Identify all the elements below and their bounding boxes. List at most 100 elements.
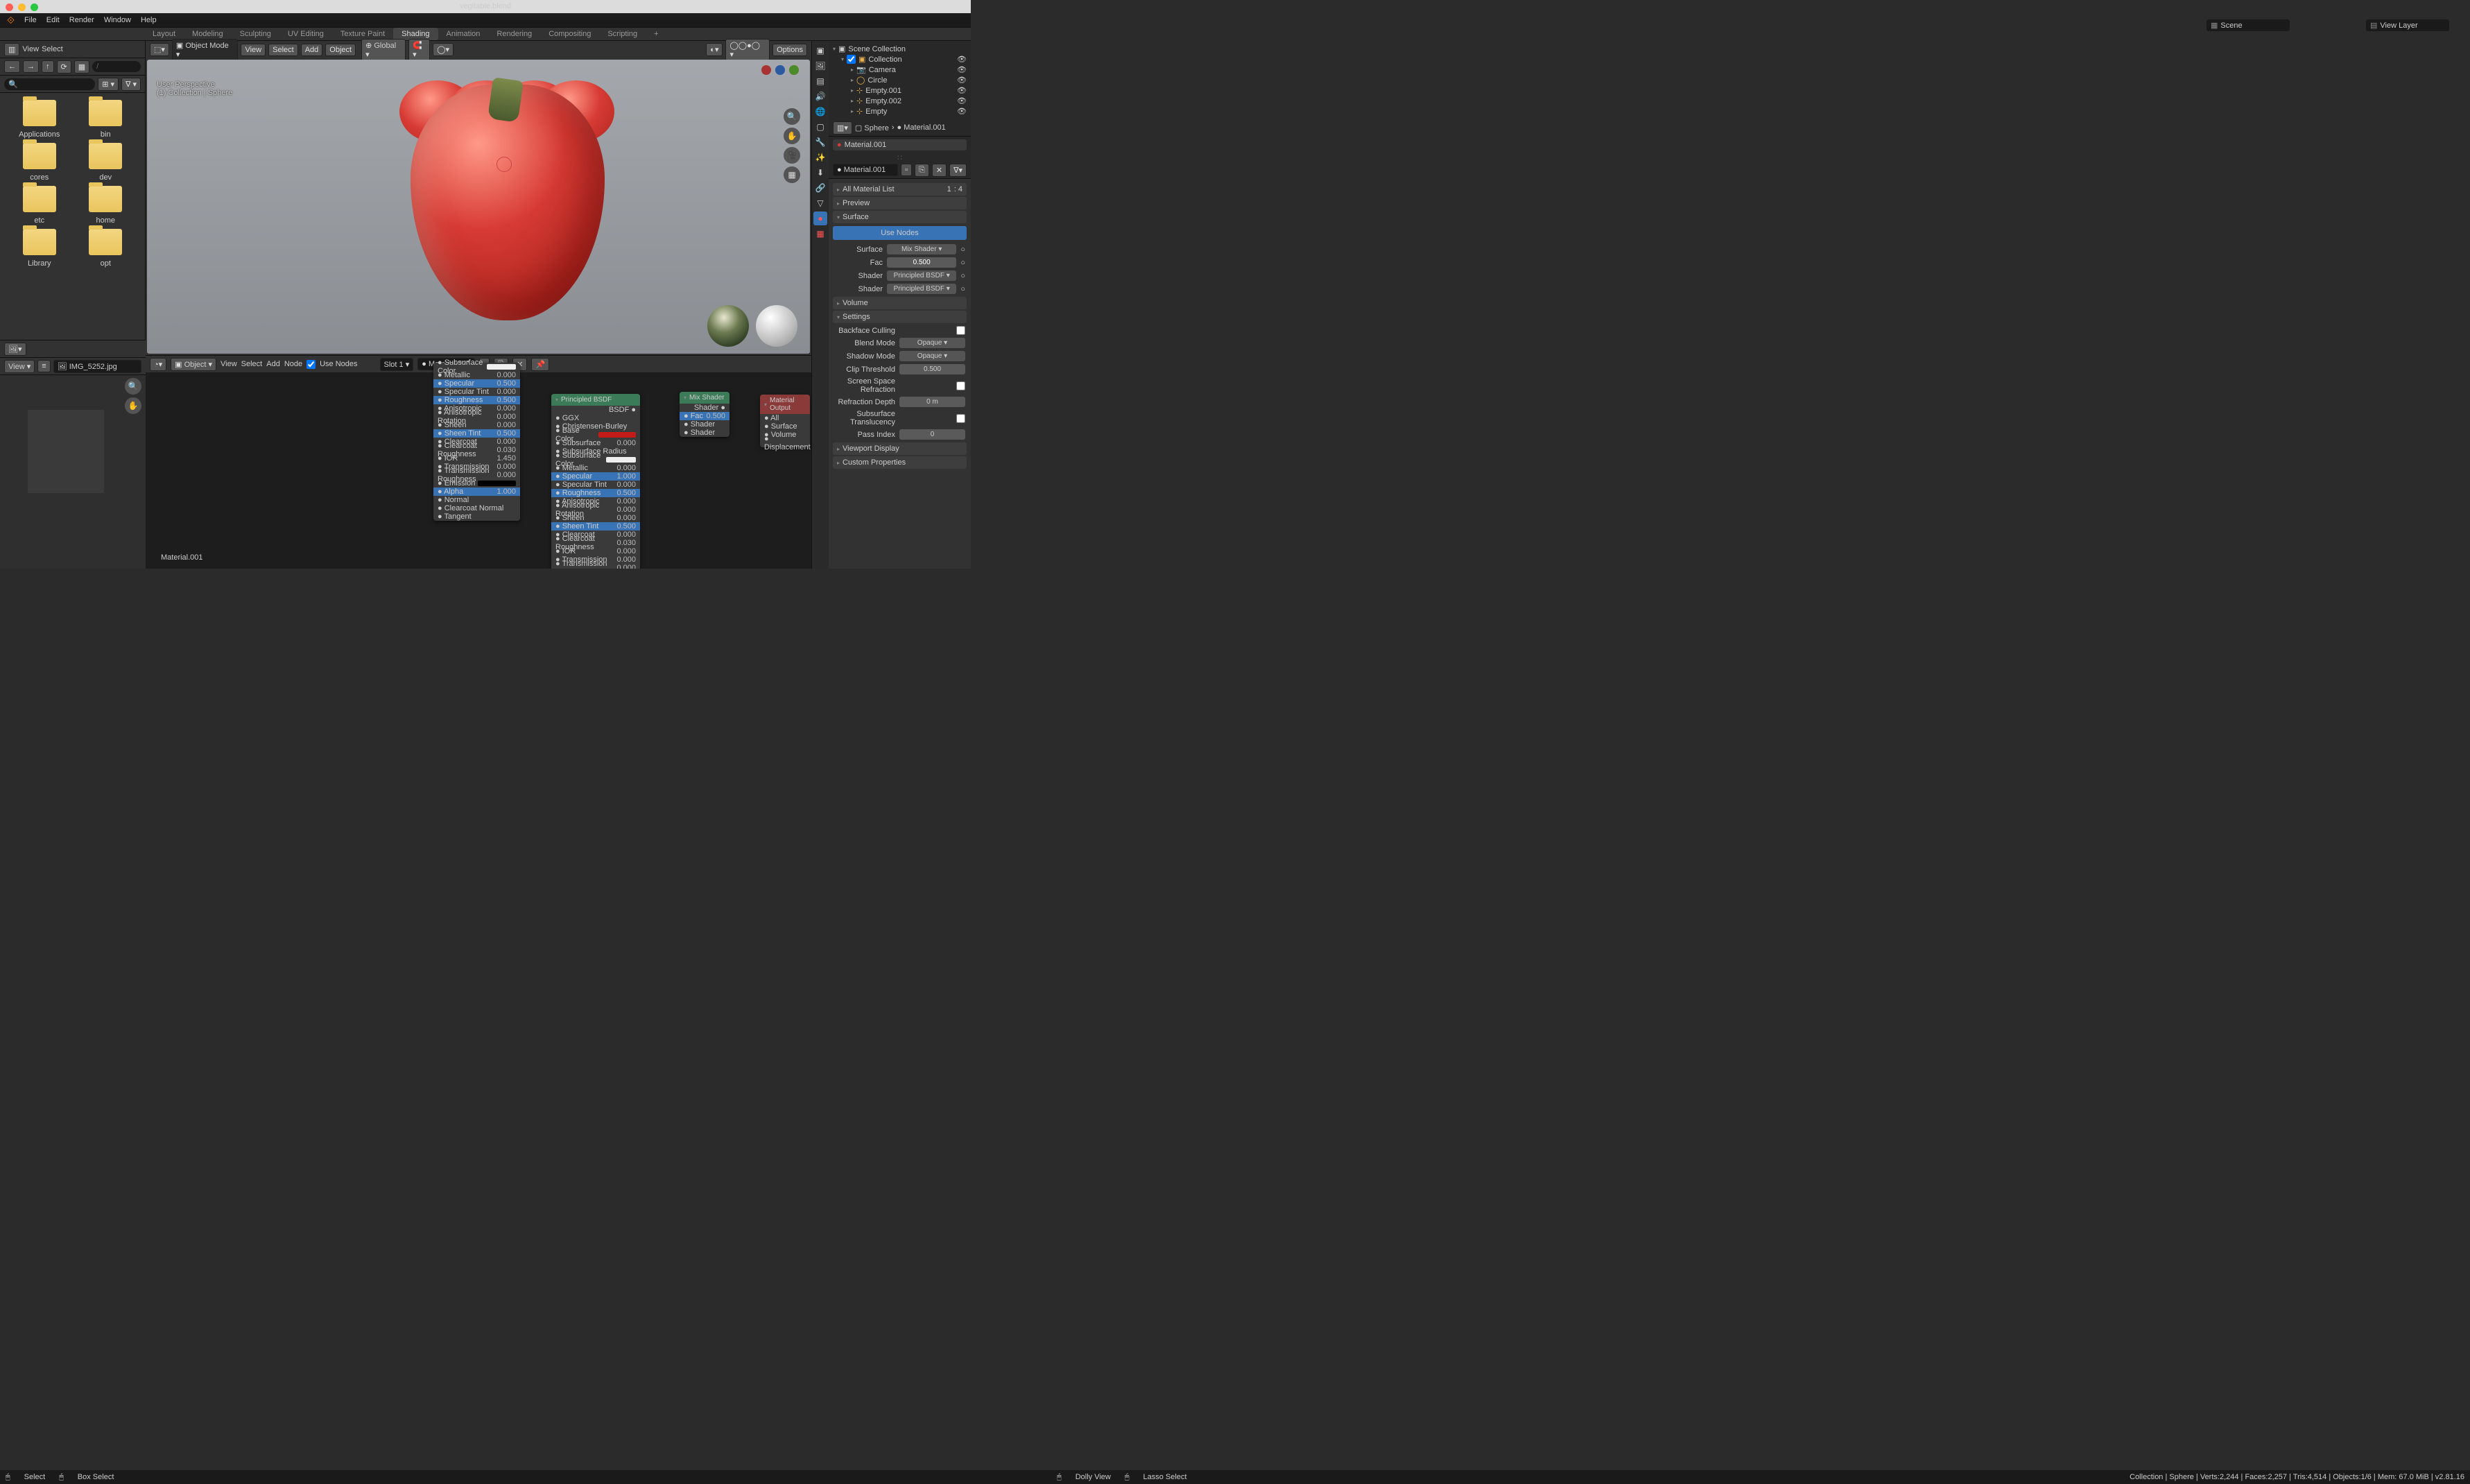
- tab-viewlayer-icon[interactable]: ▤: [813, 74, 827, 88]
- eye-icon[interactable]: 👁: [957, 107, 967, 116]
- ie-zoom-icon[interactable]: 🔍: [125, 378, 141, 395]
- eye-icon[interactable]: 👁: [957, 65, 967, 74]
- outliner[interactable]: ▾▣ Scene Collection ▾ ▣ Collection 👁 ▸📷C…: [829, 41, 971, 119]
- prop-value[interactable]: Opaque ▾: [899, 351, 965, 361]
- overlays-icon[interactable]: ◐▾: [706, 43, 723, 56]
- ne-object[interactable]: ▣ Object ▾: [171, 358, 216, 371]
- nav-newdir-icon[interactable]: ▦: [74, 60, 89, 74]
- ie-pan-icon[interactable]: ✋: [125, 397, 141, 414]
- nav-fwd-icon[interactable]: →: [23, 60, 39, 73]
- fb-view[interactable]: View: [22, 45, 39, 53]
- socket-icon[interactable]: ○: [960, 272, 965, 280]
- tab-physics-icon[interactable]: ⬇: [813, 166, 827, 180]
- tab-scripting[interactable]: Scripting: [599, 28, 646, 40]
- folder-bin[interactable]: bin: [76, 100, 136, 139]
- prop-checkbox[interactable]: [956, 326, 965, 335]
- node-input-row[interactable]: ● Anisotropic Rotation0.000: [433, 413, 520, 421]
- all-material-list-header[interactable]: ▸All Material List 1 : 4: [833, 183, 967, 196]
- tab-world-icon[interactable]: 🌐: [813, 105, 827, 119]
- breadcrumb-material[interactable]: ● Material.001: [897, 123, 946, 132]
- material-preview-sphere[interactable]: [756, 305, 797, 347]
- menu-edit[interactable]: Edit: [46, 16, 60, 24]
- prop-value[interactable]: Mix Shader ▾: [887, 244, 956, 254]
- vp-select[interactable]: Select: [268, 44, 298, 56]
- image-file-field[interactable]: 🖼 IMG_5252.jpg: [53, 360, 141, 373]
- nav-gizmo[interactable]: Z Y X: [761, 65, 800, 104]
- ne-add[interactable]: Add: [266, 360, 280, 368]
- folder-opt[interactable]: opt: [76, 229, 136, 268]
- prop-value[interactable]: 0.500: [887, 257, 956, 268]
- outliner-item[interactable]: ▸⊹Empty.001👁: [833, 85, 967, 96]
- display-mode-icon[interactable]: ⊞ ▾: [98, 78, 119, 91]
- folder-library[interactable]: Library: [10, 229, 69, 268]
- node-principled-upper[interactable]: ● Subsurface Color● Metallic0.000● Specu…: [433, 363, 520, 521]
- socket-icon[interactable]: ○: [960, 285, 965, 293]
- mat-browse-icon[interactable]: ▫: [901, 164, 912, 176]
- eye-icon[interactable]: 👁: [957, 86, 967, 95]
- preview-header[interactable]: ▸Preview: [833, 197, 967, 209]
- menu-render[interactable]: Render: [69, 16, 94, 24]
- node-input-row[interactable]: ● Transmission Roughness0.000: [551, 564, 640, 569]
- prop-value[interactable]: Opaque ▾: [899, 338, 965, 348]
- outliner-item[interactable]: ▸⊹Empty.002👁: [833, 96, 967, 106]
- node-input-row[interactable]: ● Transmission Roughness0.000: [433, 471, 520, 479]
- node-input-row[interactable]: ● Sheen Tint0.500: [551, 522, 640, 530]
- ne-select[interactable]: Select: [241, 360, 263, 368]
- proportional-icon[interactable]: ◯▾: [433, 43, 454, 56]
- camera-icon[interactable]: 🎥: [784, 147, 800, 164]
- breadcrumb-object[interactable]: ▢ Sphere: [855, 123, 889, 132]
- vp-object[interactable]: Object: [325, 44, 356, 56]
- ie-view[interactable]: View ▾: [4, 360, 35, 373]
- node-principled-bsdf[interactable]: ▾Principled BSDFBSDF ●● GGX● Christensen…: [551, 394, 640, 569]
- tab-render-icon[interactable]: ▣: [813, 44, 827, 58]
- node-input-row[interactable]: ● GGX: [551, 414, 640, 422]
- node-input-row[interactable]: ● Clearcoat Roughness0.030: [433, 446, 520, 454]
- prop-value[interactable]: 0.500: [899, 364, 965, 374]
- node-material-output[interactable]: ▾Material Output● All● Surface● Volume● …: [760, 395, 810, 447]
- vp-add[interactable]: Add: [301, 44, 323, 56]
- node-header[interactable]: ▾Mix Shader: [680, 392, 729, 404]
- tab-scene-icon[interactable]: 🔊: [813, 89, 827, 103]
- color-swatch[interactable]: [606, 457, 636, 463]
- viewlayer-selector[interactable]: ▤ View Layer: [2366, 19, 2449, 31]
- node-input-row[interactable]: ● Fac0.500: [680, 412, 729, 420]
- node-input-row[interactable]: ● Sheen Tint0.500: [433, 429, 520, 438]
- orientation-select[interactable]: ⊕ Global ▾: [361, 39, 406, 61]
- minimize-icon[interactable]: [18, 3, 26, 11]
- outliner-item[interactable]: ▸📷Camera👁: [833, 64, 967, 75]
- gizmo-neg-y[interactable]: [789, 65, 799, 75]
- mat-x-icon[interactable]: ✕: [932, 164, 947, 177]
- slot-select[interactable]: Slot 1 ▾: [380, 358, 414, 371]
- tab-modifier-icon[interactable]: 🔧: [813, 135, 827, 149]
- node-input-row[interactable]: ● Surface: [760, 422, 810, 431]
- node-input-row[interactable]: ● Shader: [680, 420, 729, 429]
- vp-options[interactable]: Options: [772, 44, 807, 56]
- nav-back-icon[interactable]: ←: [4, 60, 20, 73]
- folder-applications[interactable]: Applications: [10, 100, 69, 139]
- node-input-row[interactable]: ● Specular0.500: [433, 379, 520, 388]
- filter-icon[interactable]: ∇ ▾: [121, 78, 141, 91]
- tab-constraint-icon[interactable]: 🔗: [813, 181, 827, 195]
- nav-up-icon[interactable]: ↑: [42, 60, 54, 73]
- mat-copy2-icon[interactable]: ⎘: [915, 164, 929, 177]
- tab-animation[interactable]: Animation: [438, 28, 489, 40]
- fb-select[interactable]: Select: [42, 45, 63, 53]
- eye-icon[interactable]: 👁: [957, 55, 967, 64]
- shading-group[interactable]: ◯◯●◯ ▾: [725, 39, 770, 61]
- material-name-field[interactable]: ● Material.001: [833, 164, 898, 176]
- snap-icon[interactable]: 🧲▾: [408, 39, 430, 61]
- surface-header[interactable]: ▾Surface: [833, 211, 967, 223]
- node-input-row[interactable]: ● All: [760, 414, 810, 422]
- outliner-item[interactable]: ▸◯Circle👁: [833, 75, 967, 85]
- editor-type-3d-icon[interactable]: ⬚▾: [150, 43, 169, 56]
- node-input-row[interactable]: ● Alpha1.000: [433, 488, 520, 496]
- zoom-icon[interactable]: 🔍: [784, 108, 800, 125]
- collection-checkbox[interactable]: [847, 55, 856, 64]
- slot-grip-icon[interactable]: ∷: [829, 153, 971, 162]
- tab-object-icon[interactable]: ▢: [813, 120, 827, 134]
- node-input-row[interactable]: ● Displacement: [760, 439, 810, 447]
- node-input-row[interactable]: ● Specular1.000: [551, 472, 640, 481]
- ortho-icon[interactable]: ▦: [784, 166, 800, 183]
- eye-icon[interactable]: 👁: [957, 96, 967, 105]
- node-input-row[interactable]: ● Specular Tint0.000: [551, 481, 640, 489]
